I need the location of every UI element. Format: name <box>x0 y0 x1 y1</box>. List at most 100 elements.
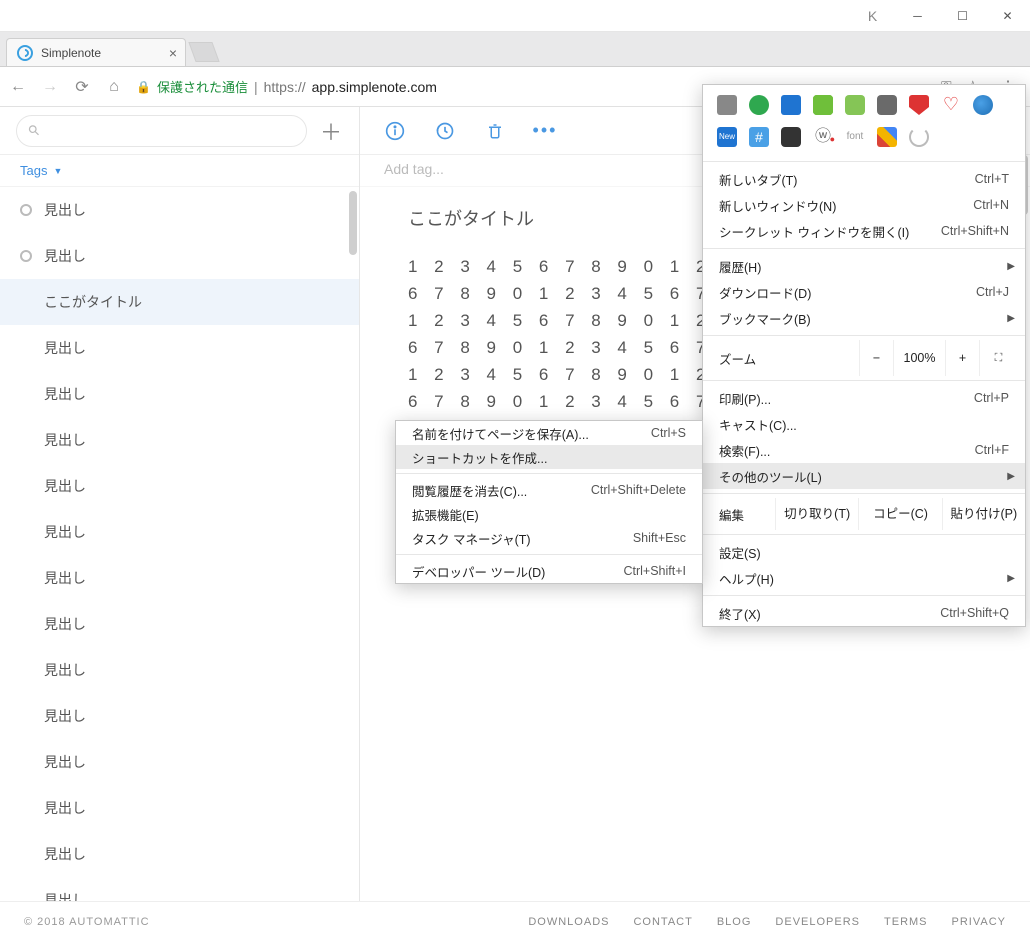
submenu-task-manager[interactable]: タスク マネージャ(T)Shift+Esc <box>396 526 702 550</box>
submenu-extensions[interactable]: 拡張機能(E) <box>396 502 702 526</box>
footer-link-terms[interactable]: TERMS <box>884 916 928 928</box>
extension-icon[interactable] <box>781 127 801 147</box>
simplenote-favicon-icon <box>17 45 33 61</box>
chevron-down-icon: ▼ <box>53 166 62 176</box>
browser-tabstrip: Simplenote × <box>0 32 1030 67</box>
submenu-arrow-icon: ▶ <box>1007 261 1015 272</box>
app-indicator-icon: K <box>850 8 895 24</box>
note-list-item[interactable]: 見出し <box>0 371 359 417</box>
extension-icon[interactable]: font <box>845 127 865 147</box>
secure-label: 保護された通信 <box>157 77 248 96</box>
fullscreen-button[interactable]: ⛶ <box>979 340 1017 376</box>
footer-link-developers[interactable]: DEVELOPERS <box>775 916 860 928</box>
extension-icon[interactable]: New <box>717 127 737 147</box>
zoom-label: ズーム <box>719 349 859 368</box>
footer-link-blog[interactable]: BLOG <box>717 916 752 928</box>
extension-icon[interactable] <box>973 95 993 115</box>
footer-link-downloads[interactable]: DOWNLOADS <box>528 916 609 928</box>
menu-more-tools[interactable]: その他のツール(L)▶ <box>703 463 1025 489</box>
submenu-clear-history[interactable]: 閲覧履歴を消去(C)...Ctrl+Shift+Delete <box>396 478 702 502</box>
note-list-item[interactable]: 見出し <box>0 647 359 693</box>
note-list-item[interactable]: 見出し <box>0 325 359 371</box>
extension-icon[interactable]: # <box>749 127 769 147</box>
extension-icon[interactable] <box>813 95 833 115</box>
menu-find[interactable]: 検索(F)...Ctrl+F <box>703 437 1025 463</box>
extension-icon[interactable] <box>781 95 801 115</box>
note-list-item[interactable]: 見出し <box>0 831 359 877</box>
menu-incognito[interactable]: シークレット ウィンドウを開く(I)Ctrl+Shift+N <box>703 218 1025 244</box>
menu-new-tab[interactable]: 新しいタブ(T)Ctrl+T <box>703 166 1025 192</box>
tags-label: Tags <box>20 163 47 178</box>
nav-back-button[interactable]: ← <box>8 78 28 96</box>
note-list-item[interactable]: 見出し <box>0 693 359 739</box>
sidebar-scrollbar[interactable] <box>349 187 357 901</box>
menu-cast[interactable]: キャスト(C)... <box>703 411 1025 437</box>
info-button[interactable] <box>384 120 406 142</box>
tags-dropdown[interactable]: Tags ▼ <box>0 155 359 187</box>
extension-icon[interactable] <box>749 95 769 115</box>
note-list-item[interactable]: 見出し <box>0 739 359 785</box>
menu-print[interactable]: 印刷(P)...Ctrl+P <box>703 385 1025 411</box>
menu-exit[interactable]: 終了(X)Ctrl+Shift+Q <box>703 600 1025 626</box>
menu-help[interactable]: ヘルプ(H)▶ <box>703 565 1025 591</box>
note-list-item[interactable]: 見出し <box>0 417 359 463</box>
note-list-item[interactable]: 見出し <box>0 785 359 831</box>
menu-new-window[interactable]: 新しいウィンドウ(N)Ctrl+N <box>703 192 1025 218</box>
chrome-main-menu: ♡ New # ⓦ font 新しいタブ(T)Ctrl+T 新しいウィンドウ(N… <box>702 84 1026 627</box>
submenu-save-as[interactable]: 名前を付けてページを保存(A)...Ctrl+S <box>396 421 702 445</box>
note-list-item[interactable]: 見出し <box>0 601 359 647</box>
extension-icon[interactable]: ⓦ <box>813 127 833 147</box>
submenu-dev-tools[interactable]: デベロッパー ツール(D)Ctrl+Shift+I <box>396 559 702 583</box>
window-titlebar: K ─ ☐ ✕ <box>0 0 1030 32</box>
new-tab-button[interactable] <box>188 42 219 62</box>
extension-icon[interactable]: ♡ <box>941 95 961 115</box>
menu-copy[interactable]: コピー(C) <box>858 498 941 530</box>
window-close-button[interactable]: ✕ <box>985 0 1030 32</box>
extension-icon[interactable] <box>717 95 737 115</box>
search-input[interactable]: ⚲ <box>16 115 307 147</box>
zoom-value: 100% <box>893 340 945 376</box>
menu-downloads[interactable]: ダウンロード(D)Ctrl+J <box>703 279 1025 305</box>
note-list-item[interactable]: 見出し <box>0 555 359 601</box>
window-maximize-button[interactable]: ☐ <box>940 0 985 32</box>
note-list-item[interactable]: 見出し <box>0 233 359 279</box>
menu-settings[interactable]: 設定(S) <box>703 539 1025 565</box>
zoom-out-button[interactable]: − <box>859 340 893 376</box>
submenu-arrow-icon: ▶ <box>1007 573 1015 584</box>
extension-icon[interactable] <box>877 127 897 147</box>
note-list-item[interactable]: 見出し <box>0 463 359 509</box>
nav-forward-button[interactable]: → <box>40 78 60 96</box>
new-note-button[interactable]: ＋ <box>319 115 343 147</box>
footer-link-privacy[interactable]: PRIVACY <box>952 916 1006 928</box>
close-tab-button[interactable]: × <box>169 45 177 61</box>
window-minimize-button[interactable]: ─ <box>895 0 940 32</box>
footer: © 2018 AUTOMATTIC DOWNLOADS CONTACT BLOG… <box>0 901 1030 941</box>
submenu-arrow-icon: ▶ <box>1007 471 1015 482</box>
footer-link-contact[interactable]: CONTACT <box>633 916 692 928</box>
search-icon: ⚲ <box>24 121 43 140</box>
menu-cut[interactable]: 切り取り(T) <box>775 498 858 530</box>
note-list-item[interactable]: 見出し <box>0 509 359 555</box>
nav-reload-button[interactable]: ⟳ <box>72 77 92 97</box>
note-list-item[interactable]: 見出し <box>0 877 359 901</box>
zoom-in-button[interactable]: + <box>945 340 979 376</box>
menu-zoom-row: ズーム − 100% + ⛶ <box>703 340 1025 376</box>
extension-icon[interactable] <box>845 95 865 115</box>
menu-paste[interactable]: 貼り付け(P) <box>942 498 1025 530</box>
extension-icon[interactable] <box>909 127 929 147</box>
revisions-button[interactable] <box>434 120 456 142</box>
note-list-item[interactable]: 見出し <box>0 187 359 233</box>
note-list-item[interactable]: ここがタイトル <box>0 279 359 325</box>
edit-row-label: 編集 <box>703 505 775 524</box>
trash-button[interactable] <box>484 120 506 142</box>
nav-home-button[interactable]: ⌂ <box>104 78 124 96</box>
submenu-create-shortcut[interactable]: ショートカットを作成... <box>396 445 702 469</box>
menu-bookmarks[interactable]: ブックマーク(B)▶ <box>703 305 1025 331</box>
extension-icon[interactable] <box>877 95 897 115</box>
menu-history[interactable]: 履歴(H)▶ <box>703 253 1025 279</box>
browser-tab[interactable]: Simplenote × <box>6 38 186 66</box>
extension-icon[interactable] <box>909 95 929 115</box>
note-list: 見出し見出しここがタイトル見出し見出し見出し見出し見出し見出し見出し見出し見出し… <box>0 187 359 901</box>
more-actions-button[interactable]: ••• <box>534 120 556 142</box>
footer-copyright: © 2018 AUTOMATTIC <box>24 916 150 928</box>
